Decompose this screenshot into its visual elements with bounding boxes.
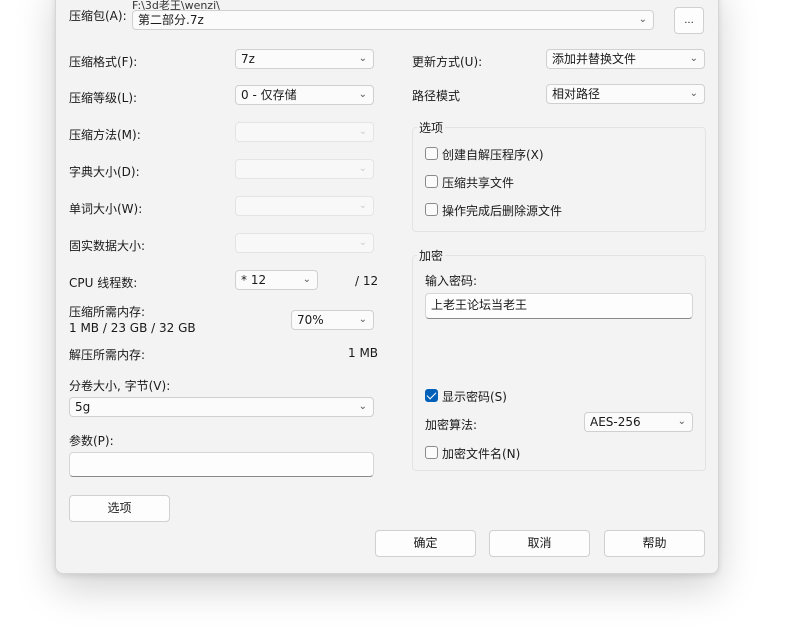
chevron-down-icon: ⌄ — [677, 416, 686, 427]
encryption-group-title: 加密 — [417, 247, 446, 264]
sfx-checkbox[interactable] — [425, 147, 438, 160]
chevron-down-icon: ⌄ — [358, 401, 367, 412]
mem-percent-value: 70% — [297, 313, 324, 327]
format-select[interactable]: 7z ⌄ — [235, 49, 374, 69]
path-mode-select[interactable]: 相对路径 ⌄ — [546, 84, 705, 104]
level-select[interactable]: 0 - 仅存储 ⌄ — [235, 85, 374, 105]
options-group-title: 选项 — [417, 119, 446, 136]
mem-percent-select[interactable]: 70% ⌄ — [291, 310, 374, 330]
cpu-total: / 12 — [355, 274, 379, 288]
chevron-down-icon: ⌄ — [689, 53, 698, 64]
cancel-button[interactable]: 取消 — [489, 530, 590, 557]
mem-decompress-label: 解压所需内存: — [69, 348, 146, 362]
chevron-down-icon: ⌄ — [358, 89, 367, 100]
volume-value: 5g — [75, 400, 91, 414]
mem-decompress-value: 1 MB — [348, 346, 379, 360]
dict-label: 字典大小(D): — [69, 165, 140, 179]
chevron-down-icon: ⌄ — [358, 200, 367, 211]
ok-button[interactable]: 确定 — [375, 530, 476, 557]
add-to-archive-dialog: 压缩包(A): F:\3d老王\wenzi\ 第二部分.7z ⌄ ... 压缩格… — [55, 0, 719, 574]
word-label: 单词大小(W): — [69, 202, 143, 216]
chevron-down-icon: ⌄ — [638, 14, 647, 25]
word-select: ⌄ — [235, 196, 374, 216]
level-label: 压缩等级(L): — [69, 91, 138, 105]
params-input[interactable] — [69, 452, 374, 477]
method-label: 压缩方法(M): — [69, 128, 141, 142]
chevron-down-icon: ⌄ — [358, 163, 367, 174]
delete-after-label: 操作完成后删除源文件 — [442, 204, 563, 218]
path-mode-value: 相对路径 — [552, 87, 601, 101]
chevron-down-icon: ⌄ — [689, 88, 698, 99]
update-mode-value: 添加并替换文件 — [552, 52, 637, 66]
archive-name-combo[interactable]: 第二部分.7z ⌄ — [132, 10, 654, 30]
browse-button[interactable]: ... — [674, 7, 704, 34]
chevron-down-icon: ⌄ — [358, 314, 367, 325]
enc-method-value: AES-256 — [590, 415, 641, 429]
show-password-checkbox[interactable] — [425, 389, 438, 402]
password-label: 输入密码: — [425, 274, 478, 288]
cpu-threads-select[interactable]: * 12 ⌄ — [235, 270, 318, 290]
encrypt-names-label: 加密文件名(N) — [442, 447, 521, 461]
archive-name-value: 第二部分.7z — [138, 13, 204, 27]
encrypt-names-checkbox[interactable] — [425, 446, 438, 459]
solid-select: ⌄ — [235, 233, 374, 253]
password-input[interactable]: 上老王论坛当老王 — [425, 293, 693, 319]
shared-files-checkbox[interactable] — [425, 175, 438, 188]
chevron-down-icon: ⌄ — [358, 126, 367, 137]
params-label: 参数(P): — [69, 434, 114, 448]
path-mode-label: 路径模式 — [412, 89, 461, 103]
options-button[interactable]: 选项 — [69, 495, 170, 522]
help-button[interactable]: 帮助 — [604, 530, 705, 557]
cpu-threads-value: * 12 — [241, 273, 267, 287]
chevron-down-icon: ⌄ — [302, 274, 311, 285]
solid-label: 固实数据大小: — [69, 239, 146, 253]
shared-files-label: 压缩共享文件 — [442, 176, 515, 190]
enc-method-label: 加密算法: — [425, 418, 478, 432]
enc-method-select[interactable]: AES-256 ⌄ — [584, 412, 693, 432]
format-value: 7z — [241, 52, 255, 66]
method-select: ⌄ — [235, 122, 374, 142]
sfx-label: 创建自解压程序(X) — [442, 148, 544, 162]
dict-select: ⌄ — [235, 159, 374, 179]
chevron-down-icon: ⌄ — [358, 53, 367, 64]
level-value: 0 - 仅存储 — [241, 88, 297, 102]
mem-compress-label: 压缩所需内存: — [69, 305, 146, 319]
archive-label: 压缩包(A): — [69, 9, 127, 23]
delete-after-checkbox[interactable] — [425, 203, 438, 216]
format-label: 压缩格式(F): — [69, 55, 138, 69]
chevron-down-icon: ⌄ — [358, 237, 367, 248]
volume-select[interactable]: 5g ⌄ — [69, 397, 374, 417]
volume-label: 分卷大小, 字节(V): — [69, 379, 171, 393]
show-password-label: 显示密码(S) — [442, 390, 507, 404]
update-mode-label: 更新方式(U): — [412, 55, 483, 69]
cpu-label: CPU 线程数: — [69, 276, 138, 290]
update-mode-select[interactable]: 添加并替换文件 ⌄ — [546, 49, 705, 69]
mem-compress-info: 1 MB / 23 GB / 32 GB — [69, 321, 196, 335]
